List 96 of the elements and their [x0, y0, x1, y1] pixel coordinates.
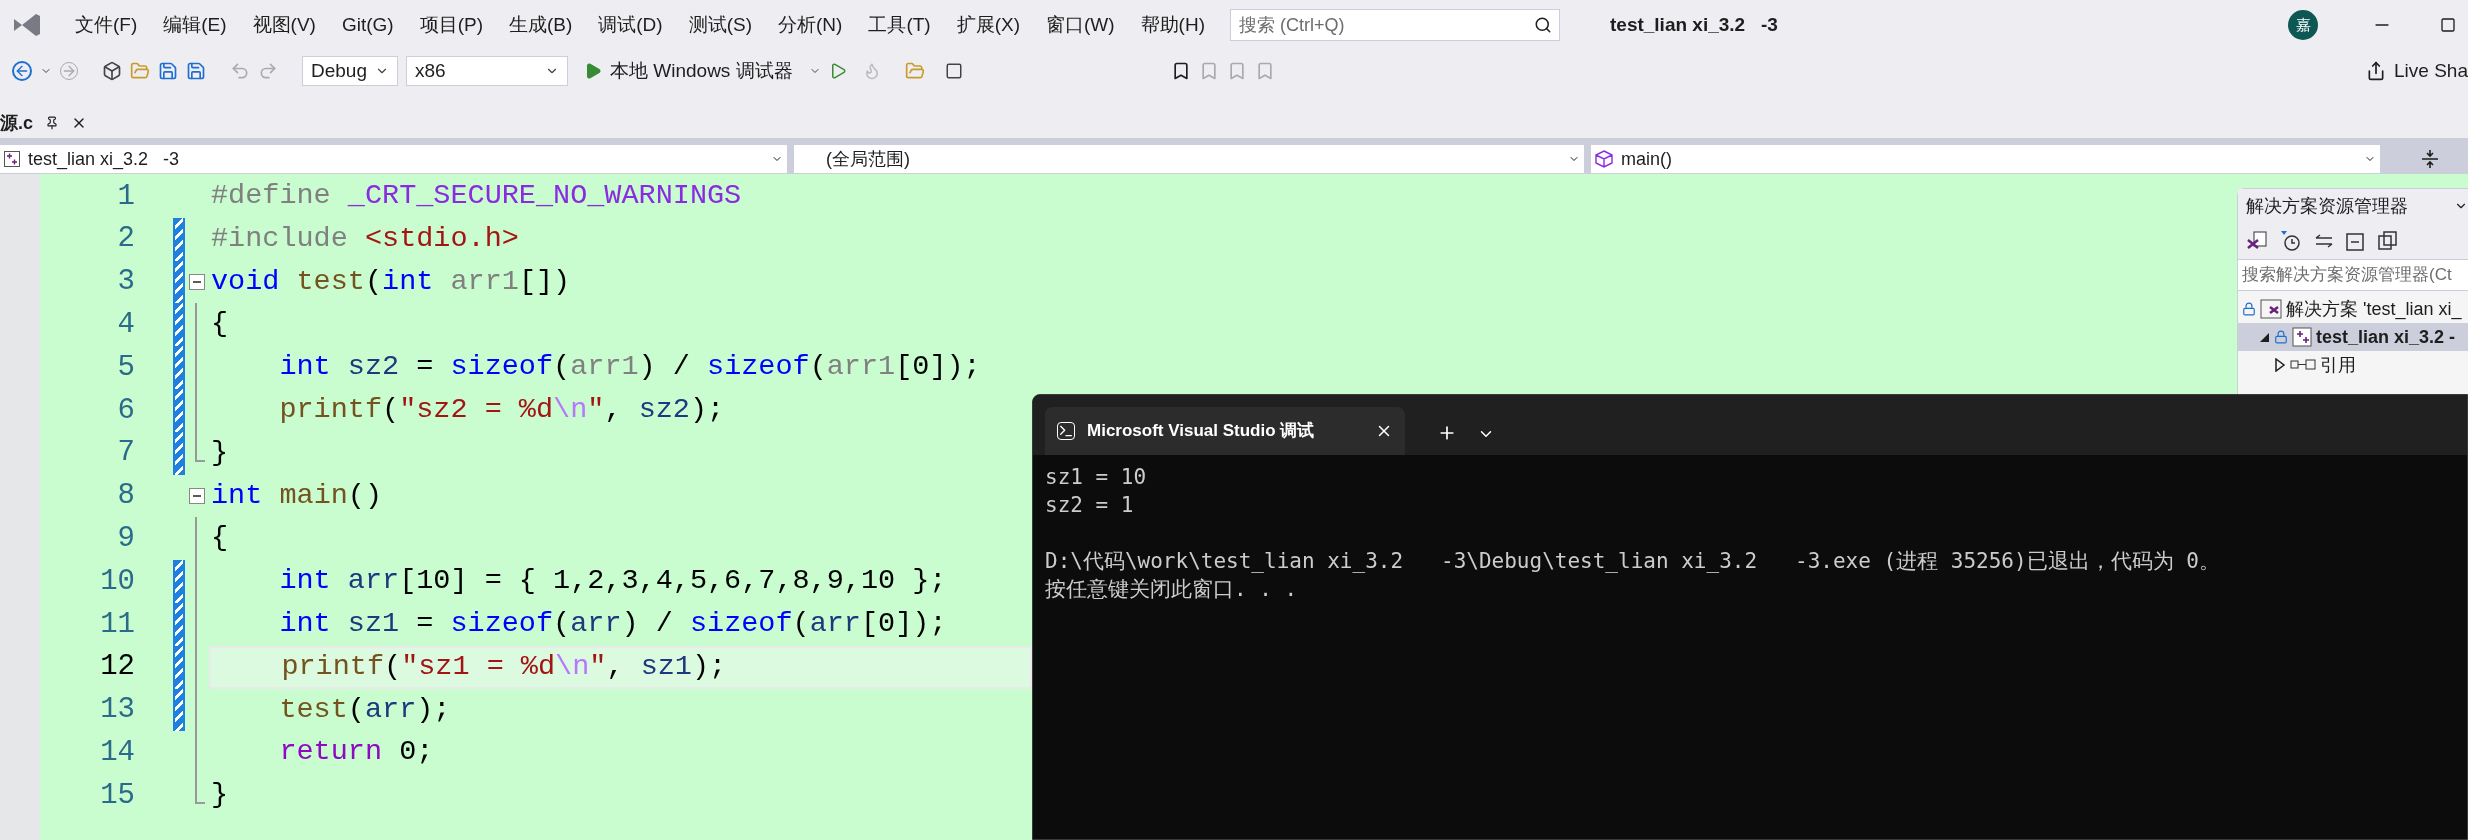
code-line: } — [210, 777, 229, 814]
avatar[interactable]: 嘉 — [2288, 10, 2318, 40]
configuration-dropdown[interactable]: Debug — [302, 56, 398, 86]
code-line: #include <stdio.h> — [210, 220, 519, 257]
code-line: int sz2 = sizeof(arr1) / sizeof(arr1[0]); — [278, 349, 981, 386]
console-line: sz1 = 10 — [1045, 464, 1148, 491]
line-number: 7 — [116, 435, 135, 472]
project-icon — [4, 151, 20, 167]
save-all-icon[interactable] — [186, 61, 206, 81]
code-line: #define _CRT_SECURE_NO_WARNINGS — [210, 178, 742, 214]
references-icon — [2290, 358, 2316, 372]
code-line: { — [210, 306, 229, 343]
line-number: 3 — [116, 264, 135, 301]
pin-icon[interactable] — [45, 116, 59, 130]
code-line: { — [210, 520, 229, 557]
menu-item[interactable]: 工具(T) — [855, 10, 944, 40]
tree-label: 引用 — [2320, 353, 2356, 377]
run-button[interactable]: 本地 Windows 调试器 — [576, 55, 801, 87]
line-number: 1 — [116, 178, 135, 215]
line-number: 6 — [116, 392, 135, 429]
menu-item[interactable]: 扩展(X) — [943, 10, 1033, 40]
copy-icon[interactable] — [2378, 231, 2398, 251]
solution-icon — [2260, 299, 2282, 319]
line-number: 15 — [99, 777, 135, 814]
project-dropdown[interactable]: test_lian xi_3.2 -3 — [0, 145, 787, 173]
code-line: } — [210, 434, 229, 471]
console-line: D:\代码\work\test_lian xi_3.2 -3\Debug\test_lian xi_3.2 -3.exe (进程 35256)已退出，代码为 0。 — [1045, 548, 2221, 575]
console-line: 按任意键关闭此窗口. . . — [1045, 576, 1299, 603]
clock-icon[interactable] — [2280, 230, 2302, 252]
cube-icon — [1595, 150, 1613, 168]
back-icon[interactable] — [12, 61, 32, 81]
menu-item[interactable]: 项目(P) — [406, 10, 496, 40]
window-icon[interactable] — [944, 62, 963, 80]
line-number: 9 — [116, 521, 135, 558]
solution-icon[interactable] — [2246, 230, 2268, 252]
scope-dropdown[interactable]: (全局范围) — [794, 145, 1584, 173]
play-icon — [584, 62, 602, 80]
line-number: 5 — [116, 349, 135, 386]
code-line: int sz1 = sizeof(arr) / sizeof(arr[0]); — [278, 606, 947, 642]
menu-item[interactable]: 窗口(W) — [1033, 10, 1128, 40]
menu-item[interactable]: 帮助(H) — [1127, 10, 1218, 40]
tree-label: test_lian xi_3.2 - — [2316, 325, 2456, 349]
project-icon — [2292, 327, 2312, 347]
line-number: 13 — [99, 692, 135, 729]
window-title: test_lian xi_3.2 -3 — [1610, 12, 1778, 37]
menu-item[interactable]: 编辑(E) — [150, 10, 240, 40]
lock-icon — [2274, 330, 2288, 344]
menu-item[interactable]: 视图(V) — [239, 10, 329, 40]
code-line: printf("sz1 = %d\n", sz1); — [280, 648, 727, 685]
tree-label: 解决方案 'test_lian xi_ — [2286, 297, 2462, 322]
code-line: int main() — [210, 477, 383, 514]
line-number: 14 — [99, 735, 135, 771]
line-number: 8 — [116, 478, 135, 515]
platform-dropdown[interactable]: x86 — [406, 56, 568, 86]
project-label: test_lian xi_3.2 -3 — [28, 147, 180, 172]
split-icon[interactable] — [2420, 148, 2440, 170]
share-icon — [2366, 61, 2387, 81]
lock-icon — [2242, 302, 2256, 316]
menu-item[interactable]: 文件(F) — [62, 10, 151, 40]
code-line: int arr[10] = { 1,2,3,4,5,6,7,8,9,10 }; — [278, 563, 947, 600]
line-number: 4 — [116, 307, 135, 344]
member-label: main() — [1621, 147, 1672, 171]
line-number: 11 — [99, 606, 135, 643]
menu-item[interactable]: 分析(N) — [765, 10, 856, 40]
menu-item[interactable]: 调试(D) — [585, 10, 676, 40]
tree-item[interactable]: test_lian xi_3.2 - — [2238, 323, 2468, 351]
search-icon — [1534, 16, 1552, 34]
code-line: return 0; — [278, 734, 434, 771]
menu-item[interactable]: 生成(B) — [495, 10, 586, 40]
menu-item[interactable]: Git(G) — [328, 10, 407, 40]
collapse-icon[interactable] — [189, 274, 205, 290]
logo-icon[interactable] — [12, 12, 42, 38]
code-line: printf("sz2 = %d\n", sz2); — [278, 392, 725, 428]
tree-item[interactable]: 解决方案 'test_lian xi_ — [2238, 295, 2468, 323]
line-number: 10 — [99, 563, 135, 600]
sync-icon[interactable] — [2314, 233, 2334, 249]
code-line: test(arr); — [278, 691, 451, 728]
collapse-icon[interactable] — [189, 487, 205, 504]
collapse-all-icon[interactable] — [2346, 231, 2366, 251]
line-number: 12 — [99, 649, 135, 686]
console-line: sz2 = 1 — [1045, 492, 1135, 519]
live-share-button[interactable]: Live Sha — [2366, 56, 2468, 86]
terminal-icon — [1057, 422, 1075, 440]
console-tab[interactable]: Microsoft Visual Studio 调试 — [1045, 407, 1405, 455]
line-number: 2 — [116, 221, 135, 258]
save-icon[interactable] — [158, 61, 178, 81]
panel-title: 解决方案资源管理器 — [2246, 194, 2408, 218]
member-dropdown[interactable]: main() — [1591, 145, 2380, 173]
restore-icon[interactable] — [2440, 17, 2456, 33]
collapsed-icon[interactable] — [2274, 358, 2286, 372]
search-field[interactable]: 搜索解决方案资源管理器(Ct — [2238, 259, 2468, 291]
search-field[interactable]: 搜索 (Ctrl+Q) — [1230, 9, 1560, 41]
menu-item[interactable]: 测试(S) — [675, 10, 765, 40]
tree-item[interactable]: 引用 — [2238, 351, 2468, 379]
code-line: void test(int arr1[]) — [210, 263, 571, 300]
expanded-icon[interactable] — [2258, 331, 2270, 343]
